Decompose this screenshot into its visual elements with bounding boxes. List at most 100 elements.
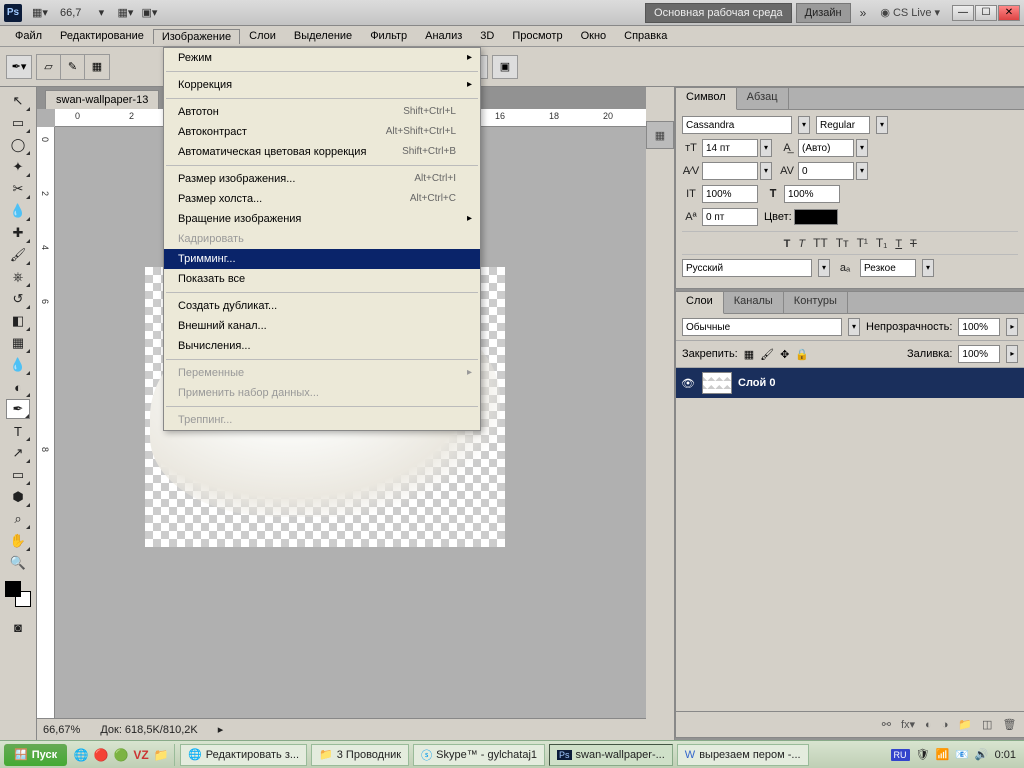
- opt-icon-2[interactable]: ▣: [492, 55, 518, 79]
- menu-adjustments[interactable]: Коррекция: [164, 75, 480, 95]
- dropdown-icon[interactable]: ▾: [798, 116, 810, 134]
- bold-button[interactable]: T: [784, 236, 791, 250]
- fill-pixels-button[interactable]: ▦: [85, 55, 109, 79]
- menu-duplicate[interactable]: Создать дубликат...: [164, 296, 480, 316]
- font-family-select[interactable]: [682, 116, 792, 134]
- smallcaps-button[interactable]: Tᴛ: [836, 236, 849, 250]
- zoom-status[interactable]: 66,67%: [43, 724, 80, 736]
- mask-icon[interactable]: ◐: [925, 719, 932, 731]
- status-arrow-icon[interactable]: ▸: [218, 723, 224, 736]
- wand-tool[interactable]: ✦: [6, 157, 30, 177]
- blend-mode-select[interactable]: [682, 318, 842, 336]
- taskbar-app-skype[interactable]: ⓢSkype™ - gylchataj1: [413, 744, 545, 766]
- tray-icon[interactable]: 📧: [955, 748, 969, 761]
- menu-analysis[interactable]: Анализ: [416, 28, 471, 44]
- pen-tool[interactable]: ✒: [6, 399, 30, 419]
- group-icon[interactable]: 📁: [958, 718, 972, 731]
- eraser-tool[interactable]: ◧: [6, 311, 30, 331]
- menu-canvas-size[interactable]: Размер холста...Alt+Ctrl+C: [164, 189, 480, 209]
- language-select[interactable]: [682, 259, 812, 277]
- dodge-tool[interactable]: ◐: [6, 377, 30, 397]
- history-brush-tool[interactable]: ↺: [6, 289, 30, 309]
- cslive-button[interactable]: ◉CS Live▾: [880, 6, 940, 19]
- zoom-tool[interactable]: 🔍: [6, 553, 30, 573]
- dropdown-icon[interactable]: ▸: [1006, 318, 1018, 336]
- zoom-level[interactable]: 66,7: [60, 7, 81, 19]
- ql-vz-icon[interactable]: VZ: [132, 746, 150, 764]
- ql-chrome-icon[interactable]: 🌐: [72, 746, 90, 764]
- workspace-more-icon[interactable]: »: [855, 6, 872, 20]
- close-button[interactable]: ✕: [998, 5, 1020, 21]
- brush-tool[interactable]: 🖌: [6, 245, 30, 265]
- layer-row[interactable]: 👁 Слой 0: [676, 368, 1024, 398]
- leading-input[interactable]: [798, 139, 854, 157]
- 3d-camera-tool[interactable]: ⌕: [6, 509, 30, 529]
- shape-layers-button[interactable]: ▱: [37, 55, 61, 79]
- font-style-select[interactable]: [816, 116, 870, 134]
- type-tool[interactable]: T: [6, 421, 30, 441]
- lasso-tool[interactable]: ◯: [6, 135, 30, 155]
- font-size-input[interactable]: [702, 139, 758, 157]
- dropdown-icon[interactable]: ▾: [856, 139, 868, 157]
- menu-calculations[interactable]: Вычисления...: [164, 336, 480, 356]
- heal-tool[interactable]: ✚: [6, 223, 30, 243]
- dropdown-icon[interactable]: ▾: [760, 139, 772, 157]
- gradient-tool[interactable]: ▦: [6, 333, 30, 353]
- menu-select[interactable]: Выделение: [285, 28, 361, 44]
- allcaps-button[interactable]: TT: [813, 236, 828, 250]
- arrange-icon[interactable]: ▦▾: [115, 4, 135, 22]
- document-tab[interactable]: swan-wallpaper-13: [45, 90, 159, 109]
- dropdown-icon[interactable]: ▾: [856, 162, 868, 180]
- clock[interactable]: 0:01: [995, 749, 1016, 761]
- layer-name[interactable]: Слой 0: [738, 377, 775, 389]
- hscale-input[interactable]: [784, 185, 840, 203]
- crop-tool[interactable]: ✂: [6, 179, 30, 199]
- quickmask-button[interactable]: ◙: [6, 617, 30, 637]
- menu-file[interactable]: Файл: [6, 28, 51, 44]
- ql-opera-icon[interactable]: 🔴: [92, 746, 110, 764]
- bridge-icon[interactable]: ▦▾: [30, 4, 50, 22]
- lock-move-icon[interactable]: ✥: [780, 348, 789, 361]
- shape-tool[interactable]: ▭: [6, 465, 30, 485]
- screen-mode-icon[interactable]: ▣▾: [139, 4, 159, 22]
- hand-tool[interactable]: ✋: [6, 531, 30, 551]
- lock-paint-icon[interactable]: 🖌: [760, 348, 774, 361]
- menu-mode[interactable]: Режим: [164, 48, 480, 68]
- menu-rotation[interactable]: Вращение изображения: [164, 209, 480, 229]
- dropdown-icon[interactable]: ▾: [848, 318, 860, 336]
- superscript-button[interactable]: T¹: [857, 236, 868, 250]
- subscript-button[interactable]: T₁: [876, 236, 887, 250]
- layers-tab[interactable]: Слои: [676, 292, 724, 314]
- vscale-input[interactable]: [702, 185, 758, 203]
- dropdown-icon[interactable]: ▾: [818, 259, 830, 277]
- paths-tab[interactable]: Контуры: [784, 292, 848, 313]
- tray-icon[interactable]: 🛡: [916, 748, 930, 761]
- menu-layers[interactable]: Слои: [240, 28, 285, 44]
- menu-autotone[interactable]: АвтотонShift+Ctrl+L: [164, 102, 480, 122]
- strike-button[interactable]: T: [910, 236, 917, 250]
- ql-icon[interactable]: 📁: [152, 746, 170, 764]
- foreground-color[interactable]: [5, 581, 21, 597]
- menu-apply-image[interactable]: Внешний канал...: [164, 316, 480, 336]
- dropdown-icon[interactable]: ▾: [760, 162, 772, 180]
- tray-icon[interactable]: 📶: [935, 748, 949, 761]
- menu-filter[interactable]: Фильтр: [361, 28, 416, 44]
- tray-icon[interactable]: 🔊: [975, 748, 989, 761]
- underline-button[interactable]: T: [895, 236, 902, 250]
- dropdown-icon[interactable]: ▾: [922, 259, 934, 277]
- link-icon[interactable]: ⚯: [882, 718, 891, 731]
- fill-input[interactable]: [958, 345, 1000, 363]
- menu-trim[interactable]: Тримминг...: [164, 249, 480, 269]
- taskbar-app-explorer[interactable]: 📁3 Проводник: [311, 744, 409, 766]
- menu-autocolor[interactable]: Автоматическая цветовая коррекцияShift+C…: [164, 142, 480, 162]
- menu-window[interactable]: Окно: [572, 28, 616, 44]
- eyedropper-tool[interactable]: 💧: [6, 201, 30, 221]
- italic-button[interactable]: T: [798, 236, 805, 250]
- baseline-input[interactable]: [702, 208, 758, 226]
- color-swatches[interactable]: [5, 581, 31, 607]
- start-button[interactable]: 🪟Пуск: [4, 744, 67, 766]
- menu-edit[interactable]: Редактирование: [51, 28, 153, 44]
- path-select-tool[interactable]: ↗: [6, 443, 30, 463]
- panel-icon-1[interactable]: ▦: [646, 121, 674, 149]
- paragraph-tab[interactable]: Абзац: [737, 88, 789, 109]
